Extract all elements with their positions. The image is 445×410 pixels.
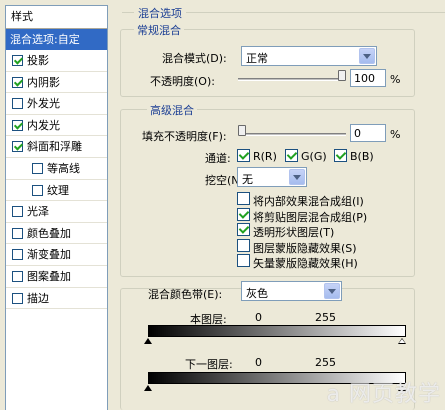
advanced-option-checkbox[interactable] <box>237 192 250 205</box>
advanced-option-label: 图层蒙版隐藏效果(S) <box>253 241 357 255</box>
style-item-label: 渐变叠加 <box>27 248 71 262</box>
style-item-label: 外发光 <box>27 97 60 111</box>
style-item[interactable]: 内阴影 <box>6 72 107 94</box>
style-item[interactable]: 外发光 <box>6 93 107 115</box>
blend-if-label: 混合颜色带(E): <box>148 288 223 301</box>
style-checkbox[interactable] <box>12 76 23 88</box>
style-item-label: 描边 <box>27 291 49 305</box>
advanced-option-label: 透明形状图层(T) <box>253 226 335 239</box>
fill-opacity-label: 填充不透明度(F): <box>142 130 227 143</box>
channel-b-checkbox[interactable] <box>334 149 347 162</box>
underlying-layer-label: 下一图层: <box>185 358 233 371</box>
channel-g-label: G(G) <box>301 150 327 163</box>
fill-opacity-value: 0 <box>354 127 361 140</box>
style-checkbox[interactable] <box>12 206 23 218</box>
fill-opacity-unit: % <box>390 128 401 141</box>
underlying-layer-black-slider[interactable] <box>144 385 152 391</box>
advanced-option-checkbox[interactable] <box>237 238 250 252</box>
style-item[interactable]: 纹理 <box>6 180 107 202</box>
underlying-layer-min: 0 <box>255 356 262 369</box>
opacity-slider[interactable] <box>238 78 346 81</box>
styles-header: 样式 <box>6 6 107 29</box>
style-item[interactable]: 渐变叠加 <box>6 244 107 266</box>
style-item-label: 内阴影 <box>27 75 60 89</box>
style-item-label: 图案叠加 <box>27 269 71 283</box>
opacity-input[interactable]: 100 <box>350 69 386 87</box>
style-checkbox[interactable] <box>12 119 23 131</box>
style-item-label: 投影 <box>27 54 49 67</box>
styles-list: 样式 混合选项:自定 投影内阴影外发光内发光斜面和浮雕等高线纹理光泽颜色叠加渐变… <box>5 5 108 410</box>
channel-b-label: B(B) <box>350 150 374 163</box>
advanced-option-label: 将内部效果混合成组(I) <box>253 195 364 208</box>
blending-options-title: 混合选项 <box>134 5 186 21</box>
style-item[interactable]: 光泽 <box>6 201 107 223</box>
chevron-down-icon[interactable] <box>289 169 305 185</box>
chevron-down-icon[interactable] <box>324 283 340 299</box>
style-item[interactable]: 颜色叠加 <box>6 223 107 245</box>
advanced-option-checkbox[interactable] <box>237 254 250 267</box>
style-item-label: 纹理 <box>47 183 69 197</box>
advanced-option-label: 将剪贴图层混合成组(P) <box>253 210 368 224</box>
fill-opacity-slider[interactable] <box>238 133 346 136</box>
style-checkbox[interactable] <box>12 249 23 261</box>
style-item[interactable]: 内发光 <box>6 115 107 137</box>
knockout-value: 无 <box>242 173 253 186</box>
blend-mode-label: 混合模式(D): <box>162 52 227 65</box>
knockout-select[interactable]: 无 <box>237 167 307 187</box>
style-item[interactable]: 描边 <box>6 288 107 310</box>
opacity-unit: % <box>390 73 401 86</box>
style-item-label: 斜面和浮雕 <box>27 140 82 154</box>
style-item-label: 颜色叠加 <box>27 226 71 240</box>
this-layer-white-slider[interactable] <box>398 338 406 344</box>
style-item-label: 等高线 <box>47 161 80 175</box>
opacity-slider-thumb[interactable] <box>338 70 346 81</box>
style-checkbox[interactable] <box>12 141 23 153</box>
general-blending-title: 常规混合 <box>134 22 184 38</box>
style-checkbox[interactable] <box>32 162 43 174</box>
style-item-label: 内发光 <box>27 118 60 132</box>
channel-r-label: R(R) <box>253 150 277 163</box>
style-item[interactable]: 投影 <box>6 50 107 72</box>
style-item[interactable]: 图案叠加 <box>6 266 107 288</box>
blend-if-select[interactable]: 灰色 <box>241 281 342 301</box>
fill-opacity-slider-thumb[interactable] <box>238 125 246 136</box>
style-item[interactable]: 斜面和浮雕 <box>6 136 107 158</box>
advanced-option-label: 矢量蒙版隐藏效果(H) <box>253 257 358 270</box>
opacity-label: 不透明度(O): <box>150 75 215 88</box>
this-layer-min: 0 <box>255 311 262 324</box>
channel-r-checkbox[interactable] <box>237 149 250 162</box>
style-checkbox[interactable] <box>12 55 23 66</box>
style-checkbox[interactable] <box>32 184 43 196</box>
channels-label: 通道: <box>205 152 231 165</box>
style-checkbox[interactable] <box>12 270 23 282</box>
this-layer-max: 255 <box>315 311 336 324</box>
advanced-blending-title: 高级混合 <box>147 102 197 118</box>
blend-mode-value: 正常 <box>246 52 268 65</box>
watermark: a 网页教学 <box>326 382 441 407</box>
style-item-label: 光泽 <box>27 205 49 219</box>
opacity-value: 100 <box>354 72 375 85</box>
this-layer-black-slider[interactable] <box>144 338 152 344</box>
style-item[interactable]: 等高线 <box>6 158 107 180</box>
blending-options-item[interactable]: 混合选项:自定 <box>6 29 107 50</box>
channel-g-checkbox[interactable] <box>285 149 298 162</box>
advanced-option-checkbox[interactable] <box>237 223 250 236</box>
style-checkbox[interactable] <box>12 227 23 239</box>
blend-if-value: 灰色 <box>246 287 268 300</box>
fill-opacity-input[interactable]: 0 <box>350 124 386 142</box>
blend-mode-select[interactable]: 正常 <box>241 46 377 66</box>
this-layer-gradient <box>148 325 406 337</box>
style-checkbox[interactable] <box>12 292 23 304</box>
underlying-layer-max: 255 <box>315 356 336 369</box>
chevron-down-icon[interactable] <box>359 48 375 64</box>
advanced-option-checkbox[interactable] <box>237 207 250 221</box>
style-checkbox[interactable] <box>12 98 23 110</box>
